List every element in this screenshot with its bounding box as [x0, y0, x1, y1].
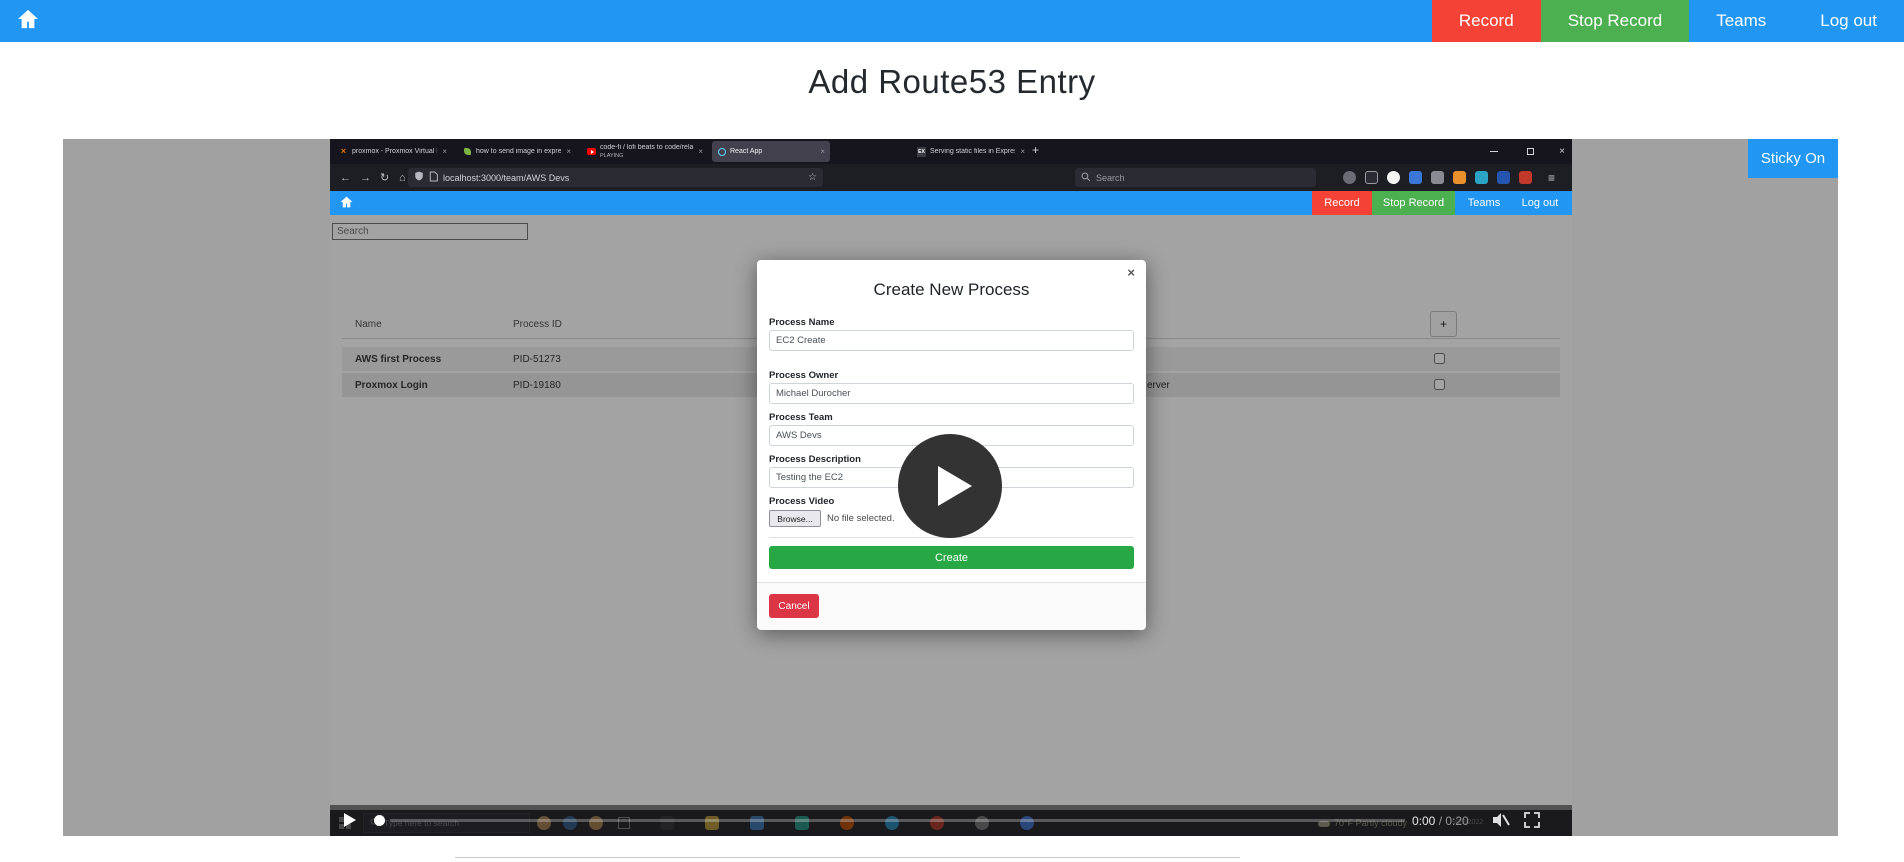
- video-progress-track[interactable]: [390, 819, 1405, 822]
- hamburger-menu-icon: ≡: [1548, 164, 1555, 191]
- browser-tab-react-app: React App ×: [712, 141, 830, 162]
- window-restore-icon: [1518, 139, 1542, 164]
- volume-muted-icon[interactable]: [1492, 812, 1510, 833]
- library-icon: [1365, 171, 1378, 184]
- tab-title: code-fi / lofi beats to code/rela: [600, 144, 693, 152]
- address-bar: localhost:3000/team/AWS Devs ☆: [408, 168, 823, 187]
- tab-title: how to send image in express js: [476, 148, 561, 155]
- browse-button: Browse...: [769, 510, 821, 527]
- logout-button[interactable]: Log out: [1793, 0, 1904, 42]
- new-tab-icon: +: [1032, 143, 1039, 157]
- file-input: Browse... No file selected.: [769, 510, 895, 527]
- modal-close-icon: ×: [1127, 265, 1135, 280]
- process-name-input: [769, 330, 1134, 351]
- youtube-icon: [587, 147, 596, 156]
- video-time-display: 0:00 / 0:20: [1412, 814, 1469, 828]
- leaf-icon: [463, 147, 472, 156]
- process-owner-input: [769, 383, 1134, 404]
- proxmox-icon: ×: [339, 147, 348, 156]
- process-video-label: Process Video: [769, 496, 834, 507]
- inner-record-button: Record: [1312, 191, 1372, 215]
- url-text: localhost:3000/team/AWS Devs: [443, 173, 808, 183]
- video-play-overlay-button[interactable]: [898, 434, 1002, 538]
- video-player[interactable]: × proxmox - Proxmox Virtual Env × how to…: [63, 139, 1838, 836]
- video-controls-bar: 0:00 / 0:20: [330, 805, 1572, 836]
- sticky-toggle-button[interactable]: Sticky On: [1748, 139, 1838, 178]
- cancel-button: Cancel: [769, 594, 819, 618]
- home-link[interactable]: [0, 0, 60, 42]
- browser-tab-youtube: code-fi / lofi beats to code/rela PLAYIN…: [582, 141, 710, 162]
- browser-tab-express-image: how to send image in express js ×: [458, 141, 576, 162]
- process-team-label: Process Team: [769, 412, 833, 423]
- playing-badge: PLAYING: [600, 152, 693, 160]
- home-icon: [17, 9, 39, 34]
- pocket-icon: [1343, 171, 1356, 184]
- express-icon: EX: [917, 147, 926, 156]
- window-minimize-icon: [1482, 139, 1506, 164]
- browser-tabstrip: × proxmox - Proxmox Virtual Env × how to…: [330, 139, 1572, 164]
- extension-icon: [1519, 171, 1532, 184]
- tab-title: Serving static files in Express: [930, 148, 1015, 155]
- browser-home-icon: ⌂: [399, 164, 406, 191]
- extension-icon: [1453, 171, 1466, 184]
- inner-logout-button: Log out: [1514, 191, 1566, 215]
- browser-toolbar: ← → ↻ ⌂ localhost:3000/team/AWS Devs ☆ S…: [330, 164, 1572, 191]
- inner-stop-record-button: Stop Record: [1372, 191, 1455, 215]
- search-placeholder: Search: [1096, 173, 1125, 183]
- video-scrubber-handle[interactable]: [374, 815, 385, 826]
- no-file-text: No file selected.: [827, 513, 895, 524]
- process-name-label: Process Name: [769, 317, 834, 328]
- modal-footer: Cancel: [757, 582, 1146, 630]
- process-owner-label: Process Owner: [769, 370, 838, 381]
- window-close-icon: ×: [1552, 139, 1572, 164]
- tab-close-icon: ×: [1020, 147, 1025, 156]
- modal-title: Create New Process: [757, 280, 1146, 300]
- page-title: Add Route53 Entry: [0, 63, 1904, 101]
- tab-close-icon: ×: [566, 147, 571, 156]
- bottom-divider: [455, 857, 1240, 858]
- extension-icon: [1387, 171, 1400, 184]
- video-play-button[interactable]: [344, 813, 356, 827]
- extension-icon: [1475, 171, 1488, 184]
- extension-icon: [1431, 171, 1444, 184]
- browser-tab-proxmox: × proxmox - Proxmox Virtual Env ×: [334, 141, 452, 162]
- tab-close-icon: ×: [698, 147, 703, 156]
- reload-icon: ↻: [380, 164, 389, 191]
- tab-title: proxmox - Proxmox Virtual Env: [352, 148, 437, 155]
- process-description-label: Process Description: [769, 454, 861, 465]
- shield-icon: [414, 169, 424, 187]
- extension-icon: [1409, 171, 1422, 184]
- extension-icons: [1343, 171, 1532, 184]
- bookmark-star-icon: ☆: [808, 172, 817, 183]
- browser-search-field: Search: [1075, 168, 1316, 187]
- forward-icon: →: [360, 164, 371, 191]
- tab-title: React App: [730, 148, 815, 155]
- stop-record-button[interactable]: Stop Record: [1541, 0, 1690, 42]
- react-icon: [717, 147, 726, 156]
- tab-close-icon: ×: [442, 147, 447, 156]
- page-info-icon: [429, 169, 438, 187]
- inner-home-icon: [340, 195, 353, 213]
- main-navbar: Record Stop Record Teams Log out: [0, 0, 1904, 42]
- back-icon: ←: [340, 164, 351, 191]
- browser-tab-express-static: EX Serving static files in Express ×: [912, 141, 1030, 162]
- teams-button[interactable]: Teams: [1689, 0, 1793, 42]
- inner-app-navbar: Record Stop Record Teams Log out: [330, 191, 1572, 215]
- extension-icon: [1497, 171, 1510, 184]
- inner-teams-button: Teams: [1458, 191, 1510, 215]
- record-button[interactable]: Record: [1432, 0, 1541, 42]
- create-button: Create: [769, 546, 1134, 569]
- navbar-spacer: [60, 0, 1432, 42]
- play-icon: [938, 466, 972, 506]
- search-icon: [1081, 169, 1091, 187]
- tab-close-icon: ×: [820, 147, 825, 156]
- fullscreen-icon[interactable]: [1524, 812, 1540, 833]
